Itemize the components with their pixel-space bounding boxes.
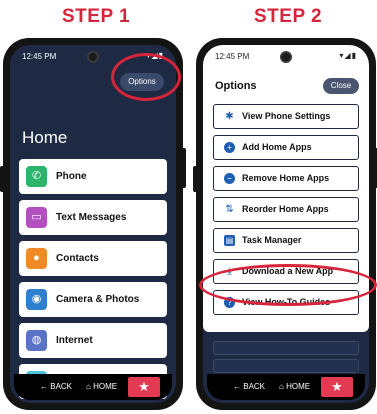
app-row-internet[interactable]: ◍ Internet: [19, 323, 167, 358]
app-label: Phone: [56, 171, 87, 182]
gear-icon: ✱: [225, 111, 234, 122]
bottom-nav: ← BACK ⌂ HOME ★: [207, 374, 365, 400]
menu-item-remove-home-apps[interactable]: − Remove Home Apps: [213, 166, 359, 191]
highlight-ring-options: [111, 53, 181, 101]
menu-item-label: Add Home Apps: [242, 142, 312, 152]
back-arrow-icon: ←: [40, 382, 51, 391]
status-icons: ▾◢▮: [339, 51, 357, 60]
camera-notch: [87, 51, 99, 63]
plus-circle-icon: +: [224, 142, 235, 153]
back-arrow-icon: ←: [233, 382, 244, 391]
menu-item-view-phone-settings[interactable]: ✱ View Phone Settings: [213, 104, 359, 129]
back-button[interactable]: ← BACK: [233, 382, 265, 391]
app-row-phone[interactable]: ✆ Phone: [19, 159, 167, 194]
side-button: [193, 166, 197, 192]
menu-item-task-manager[interactable]: ▤ Task Manager: [213, 228, 359, 253]
step-1-title: STEP 1: [62, 6, 131, 27]
page-title: Home: [22, 128, 68, 147]
app-row-contacts[interactable]: ● Contacts: [19, 241, 167, 276]
menu-item-reorder-home-apps[interactable]: ⇅ Reorder Home Apps: [213, 197, 359, 222]
camera-notch: [280, 51, 292, 63]
phone-icon: ✆: [26, 166, 47, 187]
options-heading: Options: [215, 80, 257, 92]
minus-circle-icon: −: [224, 173, 235, 184]
message-icon: ▭: [26, 207, 47, 228]
app-list: ✆ Phone ▭ Text Messages ● Contacts ◉ Cam…: [19, 159, 167, 403]
reorder-icon: ⇅: [225, 204, 234, 215]
menu-item-label: Reorder Home Apps: [242, 204, 329, 214]
camera-icon: ◉: [26, 289, 47, 310]
highlight-ring-download: [199, 264, 377, 306]
star-button[interactable]: ★: [321, 377, 353, 397]
ghost-row: [213, 359, 359, 373]
app-row-text-messages[interactable]: ▭ Text Messages: [19, 200, 167, 235]
app-label: Contacts: [56, 253, 99, 264]
star-button[interactable]: ★: [128, 377, 160, 397]
bottom-nav: ← BACK ⌂ HOME ★: [14, 374, 172, 400]
home-button[interactable]: ⌂ HOME: [279, 382, 310, 391]
home-label: HOME: [93, 382, 118, 391]
back-label: BACK: [50, 382, 73, 391]
app-label: Camera & Photos: [56, 294, 140, 305]
globe-icon: ◍: [26, 330, 47, 351]
step-2-title: STEP 2: [254, 6, 323, 27]
side-button: [0, 166, 4, 192]
contacts-icon: ●: [26, 248, 47, 269]
back-button[interactable]: ← BACK: [40, 382, 72, 391]
home-icon: ⌂: [86, 382, 94, 391]
home-icon: ⌂: [279, 382, 287, 391]
phone-step-2: 12:45 PM ▾◢▮ Options Close ✱ View Phone …: [193, 38, 377, 410]
clipboard-icon: ▤: [224, 235, 235, 246]
status-time: 12:45 PM: [215, 52, 250, 61]
app-label: Internet: [56, 335, 93, 346]
background-app-list: [213, 341, 359, 377]
status-time: 12:45 PM: [22, 52, 57, 61]
ghost-row: [213, 341, 359, 355]
menu-item-label: Remove Home Apps: [242, 173, 330, 183]
options-screen: 12:45 PM ▾◢▮ Options Close ✱ View Phone …: [203, 45, 369, 403]
back-label: BACK: [243, 382, 266, 391]
menu-item-label: View Phone Settings: [242, 111, 331, 121]
app-row-camera-photos[interactable]: ◉ Camera & Photos: [19, 282, 167, 317]
menu-item-add-home-apps[interactable]: + Add Home Apps: [213, 135, 359, 160]
side-button: [182, 148, 186, 188]
app-label: Text Messages: [56, 212, 127, 223]
close-button[interactable]: Close: [323, 78, 359, 94]
menu-item-label: Task Manager: [242, 235, 302, 245]
home-button[interactable]: ⌂ HOME: [86, 382, 117, 391]
home-label: HOME: [286, 382, 311, 391]
